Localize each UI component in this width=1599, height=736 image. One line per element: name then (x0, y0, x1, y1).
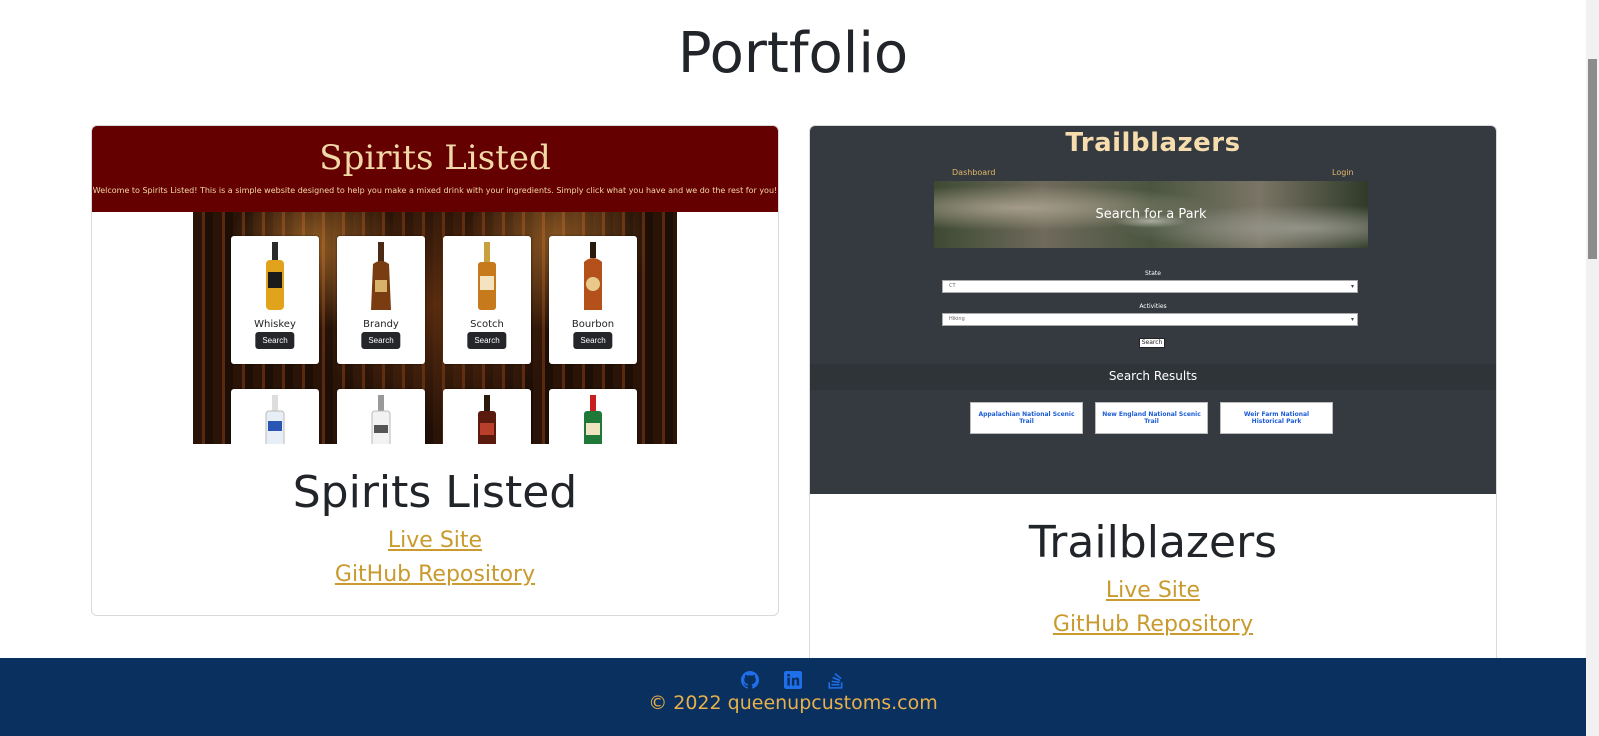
drink-search-button[interactable]: Search (467, 332, 507, 349)
footer-social-icons (0, 669, 1586, 689)
spirits-header: Spirits Listed Welcome to Spirits Listed… (92, 126, 778, 212)
footer-copyright: © 2022 queenupcustoms.com (648, 692, 938, 714)
drink-tile: Brandy Search (337, 236, 425, 364)
drink-tile: Scotch Search (443, 236, 531, 364)
stackoverflow-icon[interactable] (827, 671, 845, 689)
bourbon-bottle-icon (584, 242, 602, 310)
nav-dashboard-link[interactable]: Dashboard (952, 168, 995, 177)
drink-search-button[interactable]: Search (255, 332, 295, 349)
activities-select[interactable]: Hiking (942, 313, 1358, 326)
drink-tile (443, 389, 531, 444)
nav-login-link[interactable]: Login (1332, 168, 1354, 177)
hero-banner: Search for a Park (934, 181, 1368, 248)
spirits-preview-tagline: Welcome to Spirits Listed! This is a sim… (92, 186, 778, 195)
project-title: Spirits Listed (292, 467, 578, 518)
project-card-trailblazers: Trailblazers Dashboard Login Search for … (809, 125, 1497, 666)
state-select[interactable]: CT (942, 280, 1358, 293)
github-repository-link[interactable]: GitHub Repository (92, 558, 778, 592)
spirits-preview-title: Spirits Listed (319, 138, 551, 178)
live-site-link[interactable]: Live Site (810, 574, 1496, 608)
drink-name: Brandy (363, 319, 399, 330)
drink-name: Scotch (470, 319, 504, 330)
page-scrollbar[interactable] (1586, 0, 1599, 736)
project-preview-image: Spirits Listed Welcome to Spirits Listed… (92, 126, 778, 444)
result-card[interactable]: Appalachian National Scenic Trail (970, 402, 1083, 434)
activities-label: Activities (1139, 303, 1167, 310)
scrollbar-thumb[interactable] (1588, 59, 1597, 259)
drink-search-button[interactable]: Search (573, 332, 613, 349)
state-label: State (1145, 270, 1161, 277)
result-card[interactable]: New England National Scenic Trail (1095, 402, 1208, 434)
hero-text: Search for a Park (1095, 207, 1207, 222)
github-icon[interactable] (740, 670, 759, 689)
search-button[interactable]: Search (1139, 338, 1165, 348)
brandy-bottle-icon (371, 242, 391, 310)
result-card[interactable]: Weir Farm National Historical Park (1220, 402, 1333, 434)
drink-tile: Bourbon Search (549, 236, 637, 364)
bar-background: Whiskey Search Brandy Search Scotch Sear… (193, 212, 677, 444)
vodka-bottle-icon (265, 395, 285, 444)
project-title: Trailblazers (1028, 517, 1278, 568)
gin-bottle-icon (584, 395, 602, 444)
drink-tile (337, 389, 425, 444)
drink-name: Whiskey (254, 319, 296, 330)
scotch-bottle-icon (478, 242, 496, 310)
footer: © 2022 queenupcustoms.com (0, 658, 1586, 736)
drink-tile (549, 389, 637, 444)
search-results-title: Search Results (1108, 369, 1198, 383)
drink-tile: Whiskey Search (231, 236, 319, 364)
project-card-spirits-listed: Spirits Listed Welcome to Spirits Listed… (91, 125, 779, 616)
tequila-bottle-icon (371, 395, 391, 444)
drink-name: Bourbon (571, 319, 615, 330)
github-repository-link[interactable]: GitHub Repository (810, 608, 1496, 642)
project-preview-image: Trailblazers Dashboard Login Search for … (810, 126, 1496, 494)
live-site-link[interactable]: Live Site (92, 524, 778, 558)
whiskey-bottle-icon (266, 242, 284, 310)
drink-tile (231, 389, 319, 444)
trailblazers-preview-title: Trailblazers (1065, 128, 1241, 158)
drink-search-button[interactable]: Search (361, 332, 401, 349)
rum-bottle-icon (478, 395, 496, 444)
linkedin-icon[interactable] (784, 670, 802, 689)
page-title: Portfolio (677, 21, 909, 86)
